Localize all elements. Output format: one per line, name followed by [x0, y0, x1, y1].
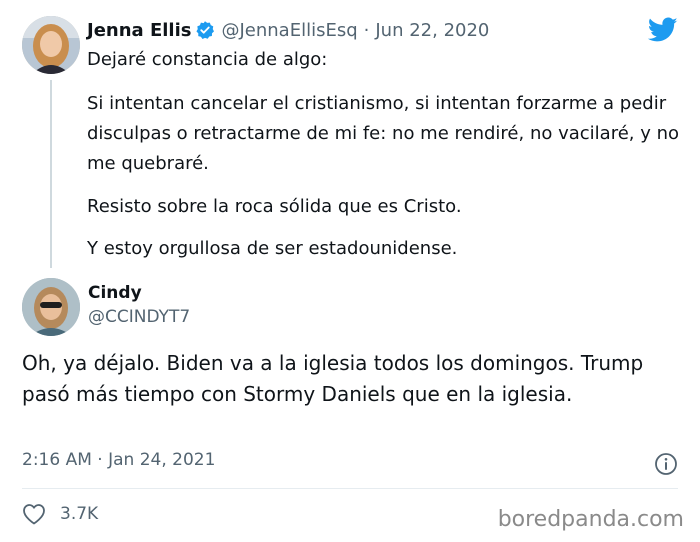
avatar-cindy[interactable]: [22, 278, 80, 336]
reply-author-handle[interactable]: @CCINDYT7: [88, 307, 190, 327]
avatar-jenna-ellis[interactable]: [22, 16, 80, 74]
info-icon[interactable]: [654, 452, 678, 476]
like-action[interactable]: 3.7K: [22, 503, 98, 525]
twitter-bird-icon[interactable]: [648, 17, 678, 43]
tweet-date[interactable]: Jun 22, 2020: [375, 20, 489, 41]
divider: [22, 488, 678, 489]
reply-author-name[interactable]: Cindy: [88, 283, 142, 303]
tweet-paragraph: Si intentan cancelar el cristianismo, si…: [87, 93, 680, 174]
author-name[interactable]: Jenna Ellis: [87, 20, 191, 41]
like-count: 3.7K: [60, 504, 99, 524]
tweet-paragraph: Resisto sobre la roca sólida que es Cris…: [87, 196, 462, 217]
meta-separator: ·: [363, 19, 370, 41]
author-handle[interactable]: @JennaEllisEsq: [221, 20, 357, 41]
watermark: boredpanda.com: [497, 507, 684, 532]
tweet-paragraph: Dejaré constancia de algo:: [87, 49, 328, 70]
tweet-paragraph: Y estoy orgullosa de ser estadounidense.: [87, 238, 458, 259]
tweet-header: Jenna Ellis @JennaEllisEsq · Jun 22, 202…: [87, 17, 489, 43]
verified-badge-icon: [196, 21, 215, 39]
reply-timestamp[interactable]: 2:16 AM · Jan 24, 2021: [22, 450, 215, 470]
thread-connector-line: [50, 80, 52, 268]
heart-icon[interactable]: [22, 503, 46, 525]
reply-text: Oh, ya déjalo. Biden va a la iglesia tod…: [22, 351, 644, 406]
